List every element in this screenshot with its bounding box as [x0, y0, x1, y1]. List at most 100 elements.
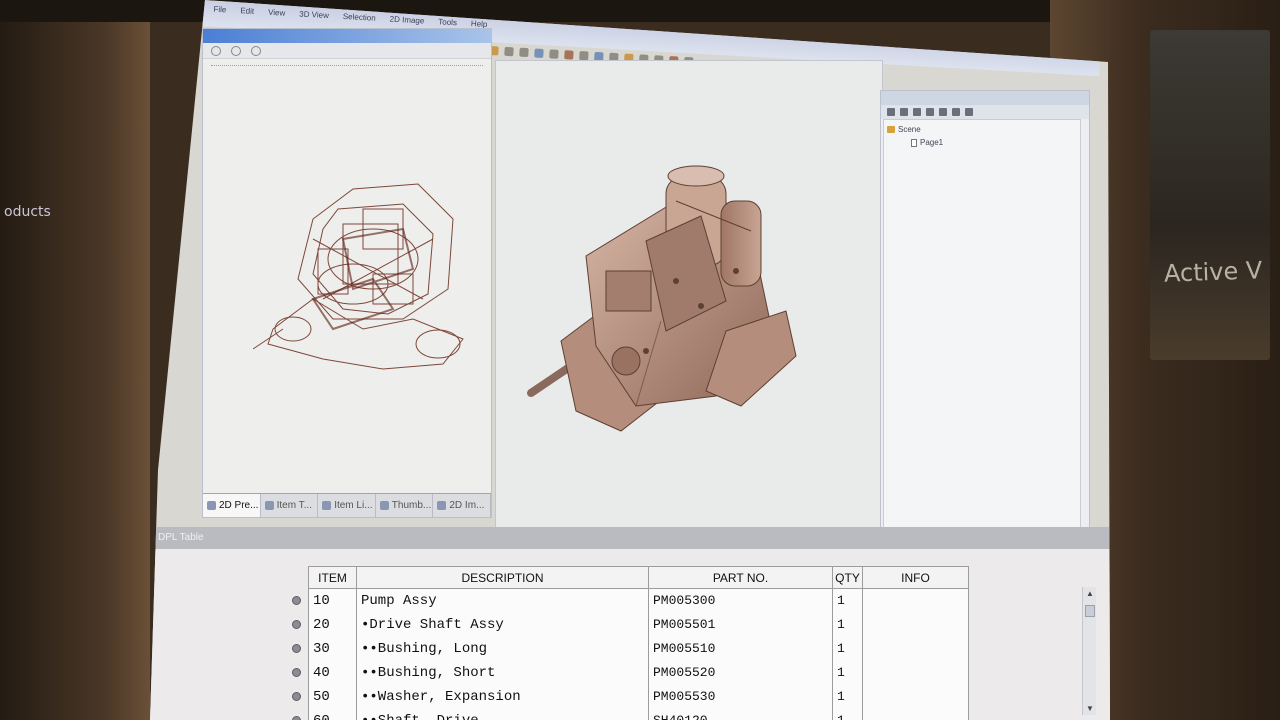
room-left-background — [0, 0, 150, 720]
tab-2d-image[interactable]: 2D Im... — [433, 494, 491, 517]
preview-icon — [207, 501, 216, 510]
settings-icon[interactable] — [251, 46, 261, 56]
row-marker-icon[interactable] — [288, 636, 304, 660]
column-header-qty[interactable]: QTY — [832, 566, 863, 589]
preview-ruler — [211, 65, 483, 69]
background-poster — [1150, 30, 1270, 360]
print-icon[interactable] — [519, 47, 529, 57]
preview-titlebar — [203, 29, 491, 43]
tree-node-scene[interactable]: Scene — [887, 123, 1077, 136]
cell-part-no: PM005300 — [648, 588, 833, 613]
cell-part-no: PM005501 — [648, 612, 833, 637]
column-header-description[interactable]: DESCRIPTION — [356, 566, 649, 589]
table-row[interactable]: 10 Pump Assy PM005300 1 — [308, 588, 969, 613]
menu-3d-view[interactable]: 3D View — [299, 9, 329, 29]
table-row[interactable]: 30 ••Bushing, Long PM005510 1 — [308, 636, 969, 661]
cell-part-no: PM005530 — [648, 684, 833, 709]
dpl-table-titlebar: DPL Table — [150, 527, 1110, 549]
tree-node-page[interactable]: Page1 — [887, 136, 1077, 149]
tab-thumbnails[interactable]: Thumb... — [376, 494, 434, 517]
scene-panel-titlebar — [881, 91, 1089, 105]
tool-icon[interactable] — [939, 108, 947, 116]
wireframe-preview — [253, 183, 464, 370]
scroll-up-icon[interactable]: ▲ — [1086, 589, 1094, 598]
table-row[interactable]: 20 •Drive Shaft Assy PM005501 1 — [308, 612, 969, 637]
scene-tree: Scene Page1 — [883, 119, 1081, 529]
image-icon — [437, 501, 447, 510]
cell-qty: 1 — [832, 588, 863, 613]
rotate-icon[interactable] — [549, 48, 559, 59]
cell-item: 50 — [308, 684, 357, 709]
thumbnail-icon — [379, 501, 389, 510]
row-marker-icon[interactable] — [288, 660, 304, 684]
cell-info — [862, 588, 969, 613]
tab-item-tree[interactable]: Item T... — [261, 494, 319, 517]
cell-qty: 1 — [832, 636, 863, 661]
background-left-text: oducts — [4, 204, 51, 220]
menu-file[interactable]: File — [213, 5, 226, 24]
table-row[interactable]: 60 ••Shaft, Drive SH40120 1 — [308, 708, 969, 720]
pan-icon[interactable] — [564, 49, 574, 60]
menu-view[interactable]: View — [267, 8, 286, 27]
tool-icon[interactable] — [952, 108, 960, 116]
cell-description: •Drive Shaft Assy — [356, 612, 649, 637]
scene-panel: Scene Page1 — [880, 90, 1090, 540]
folder-icon — [887, 126, 895, 133]
tool-icon[interactable] — [900, 108, 908, 116]
cell-item: 40 — [308, 660, 357, 685]
cell-description: Pump Assy — [356, 588, 649, 613]
dpl-table-panel: ITEM DESCRIPTION PART NO. QTY INFO 10 Pu… — [150, 549, 1110, 720]
row-markers — [288, 588, 304, 720]
cell-qty: 1 — [832, 660, 863, 685]
scene-toolbar — [881, 105, 1089, 119]
background-poster-text: Active V — [1163, 256, 1263, 288]
tree-icon — [264, 501, 274, 510]
column-header-info[interactable]: INFO — [862, 566, 969, 589]
dpl-table: ITEM DESCRIPTION PART NO. QTY INFO 10 Pu… — [308, 566, 969, 720]
cell-description: ••Bushing, Long — [356, 636, 649, 661]
table-row[interactable]: 50 ••Washer, Expansion PM005530 1 — [308, 684, 969, 709]
scrollbar-thumb[interactable] — [1085, 605, 1095, 617]
zoom-icon[interactable] — [579, 50, 589, 61]
projected-screen: File Edit View 3D View Selection 2D Imag… — [150, 0, 1110, 720]
3d-viewport[interactable] — [495, 60, 883, 535]
row-marker-icon[interactable] — [288, 588, 304, 612]
table-row[interactable]: 40 ••Bushing, Short PM005520 1 — [308, 660, 969, 685]
cell-item: 20 — [308, 612, 357, 637]
pump-3d-model[interactable] — [526, 161, 826, 441]
list-icon — [322, 501, 332, 510]
cell-item: 30 — [308, 636, 357, 661]
tab-2d-preview[interactable]: 2D Pre... — [203, 494, 261, 517]
zoom-icon[interactable] — [231, 46, 241, 56]
cell-description: ••Washer, Expansion — [356, 684, 649, 709]
select-icon[interactable] — [534, 48, 544, 58]
cell-description: ••Bushing, Short — [356, 660, 649, 685]
cell-item: 60 — [308, 708, 357, 720]
column-header-item[interactable]: ITEM — [308, 566, 357, 589]
refresh-icon[interactable] — [211, 46, 221, 56]
cell-description: ••Shaft, Drive — [356, 708, 649, 720]
tab-item-list[interactable]: Item Li... — [318, 494, 376, 517]
preview-panel: 2D Pre... Item T... Item Li... Thumb... … — [202, 28, 492, 518]
tool-icon[interactable] — [965, 108, 973, 116]
tool-icon[interactable] — [926, 108, 934, 116]
tool-icon[interactable] — [913, 108, 921, 116]
row-marker-icon[interactable] — [288, 708, 304, 720]
menu-edit[interactable]: Edit — [240, 6, 254, 25]
cell-part-no: PM005510 — [648, 636, 833, 661]
preview-toolbar — [203, 43, 491, 59]
cell-item: 10 — [308, 588, 357, 613]
row-marker-icon[interactable] — [288, 612, 304, 636]
page-icon — [911, 138, 917, 147]
column-header-part-no[interactable]: PART NO. — [648, 566, 833, 589]
save-icon[interactable] — [504, 46, 514, 56]
cell-info — [862, 660, 969, 685]
cell-part-no: PM005520 — [648, 660, 833, 685]
cell-part-no: SH40120 — [648, 708, 833, 720]
table-scrollbar[interactable]: ▲ ▼ — [1082, 587, 1096, 715]
tool-icon[interactable] — [887, 108, 895, 116]
preview-tabs: 2D Pre... Item T... Item Li... Thumb... … — [203, 493, 491, 517]
scroll-down-icon[interactable]: ▼ — [1086, 704, 1094, 713]
table-header-row: ITEM DESCRIPTION PART NO. QTY INFO — [308, 566, 969, 589]
row-marker-icon[interactable] — [288, 684, 304, 708]
